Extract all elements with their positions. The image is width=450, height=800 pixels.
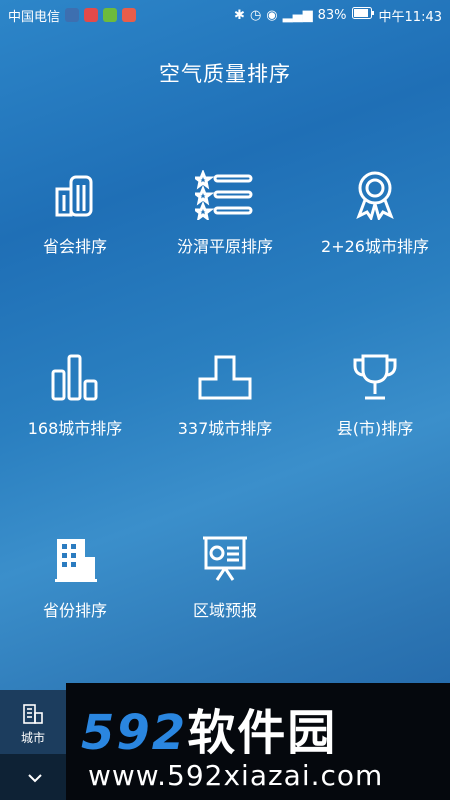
menu-item-label: 省份排序 bbox=[42, 601, 107, 620]
menu-item-label: 2+26城市排序 bbox=[321, 237, 429, 256]
bluetooth-icon: ✱ bbox=[234, 7, 245, 23]
battery-percent: 83% bbox=[317, 7, 347, 23]
location-app-icon bbox=[122, 8, 137, 22]
menu-item-label: 省会排序 bbox=[42, 237, 107, 256]
presentation-board-icon bbox=[150, 529, 300, 589]
watermark-brand-text: 软件园 bbox=[187, 705, 338, 761]
shield-app-icon bbox=[65, 8, 80, 22]
battery-icon bbox=[351, 7, 374, 23]
step-shape-icon bbox=[150, 347, 300, 407]
news-app-icon bbox=[84, 8, 99, 22]
status-bar: 中国电信 ✱ ◷ ◉ ▂▄▆ 83% 中午11:43 bbox=[0, 0, 450, 30]
app-screen: 中国电信 ✱ ◷ ◉ ▂▄▆ 83% 中午11:43 空气质量排序 省会排序 汾… bbox=[0, 0, 450, 800]
menu-item-provincial-capitals[interactable]: 省会排序 bbox=[0, 165, 150, 285]
star-list-icon bbox=[150, 165, 300, 225]
office-building-icon bbox=[0, 529, 150, 589]
bottom-nav: 城市 bbox=[0, 690, 66, 800]
watermark-brand: 592软件园 bbox=[81, 693, 337, 763]
page-title: 空气质量排序 bbox=[159, 62, 291, 86]
menu-item-regional-forecast[interactable]: 区域预报 bbox=[150, 529, 300, 649]
medal-icon bbox=[300, 165, 450, 225]
menu-item-fenwei-plain[interactable]: 汾渭平原排序 bbox=[150, 165, 300, 285]
city-building-icon bbox=[0, 690, 66, 729]
watermark-banner: 592软件园 www.592xiazai.com bbox=[66, 683, 450, 800]
tab-city[interactable]: 城市 bbox=[0, 690, 66, 754]
menu-item-168-cities[interactable]: 168城市排序 bbox=[0, 347, 150, 467]
menu-item-label: 汾渭平原排序 bbox=[176, 237, 273, 256]
menu-item-label: 县(市)排序 bbox=[336, 419, 414, 438]
clock: 中午11:43 bbox=[378, 9, 442, 25]
alarm-icon: ◷ bbox=[249, 7, 262, 23]
menu-item-label: 区域预报 bbox=[192, 601, 257, 620]
carrier-label: 中国电信 bbox=[8, 9, 61, 25]
watermark-url: www.592xiazai.com bbox=[88, 759, 384, 792]
trophy-icon bbox=[300, 347, 450, 407]
chevron-down-icon[interactable] bbox=[28, 768, 42, 787]
bar-chart-icon bbox=[0, 347, 150, 407]
menu-item-2-26-cities[interactable]: 2+26城市排序 bbox=[300, 165, 450, 285]
menu-item-county-cities[interactable]: 县(市)排序 bbox=[300, 347, 450, 467]
menu-item-337-cities[interactable]: 337城市排序 bbox=[150, 347, 300, 467]
building-icon bbox=[0, 165, 150, 225]
menu-item-provinces[interactable]: 省份排序 bbox=[0, 529, 150, 649]
tab-city-label: 城市 bbox=[20, 731, 45, 745]
signal-icon: ▂▄▆ bbox=[282, 7, 313, 23]
menu-item-label: 168城市排序 bbox=[27, 419, 123, 438]
watermark-brand-number: 592 bbox=[81, 705, 188, 761]
leaf-app-icon bbox=[103, 8, 118, 22]
menu-item-label: 337城市排序 bbox=[177, 419, 273, 438]
eye-icon: ◉ bbox=[266, 7, 278, 23]
